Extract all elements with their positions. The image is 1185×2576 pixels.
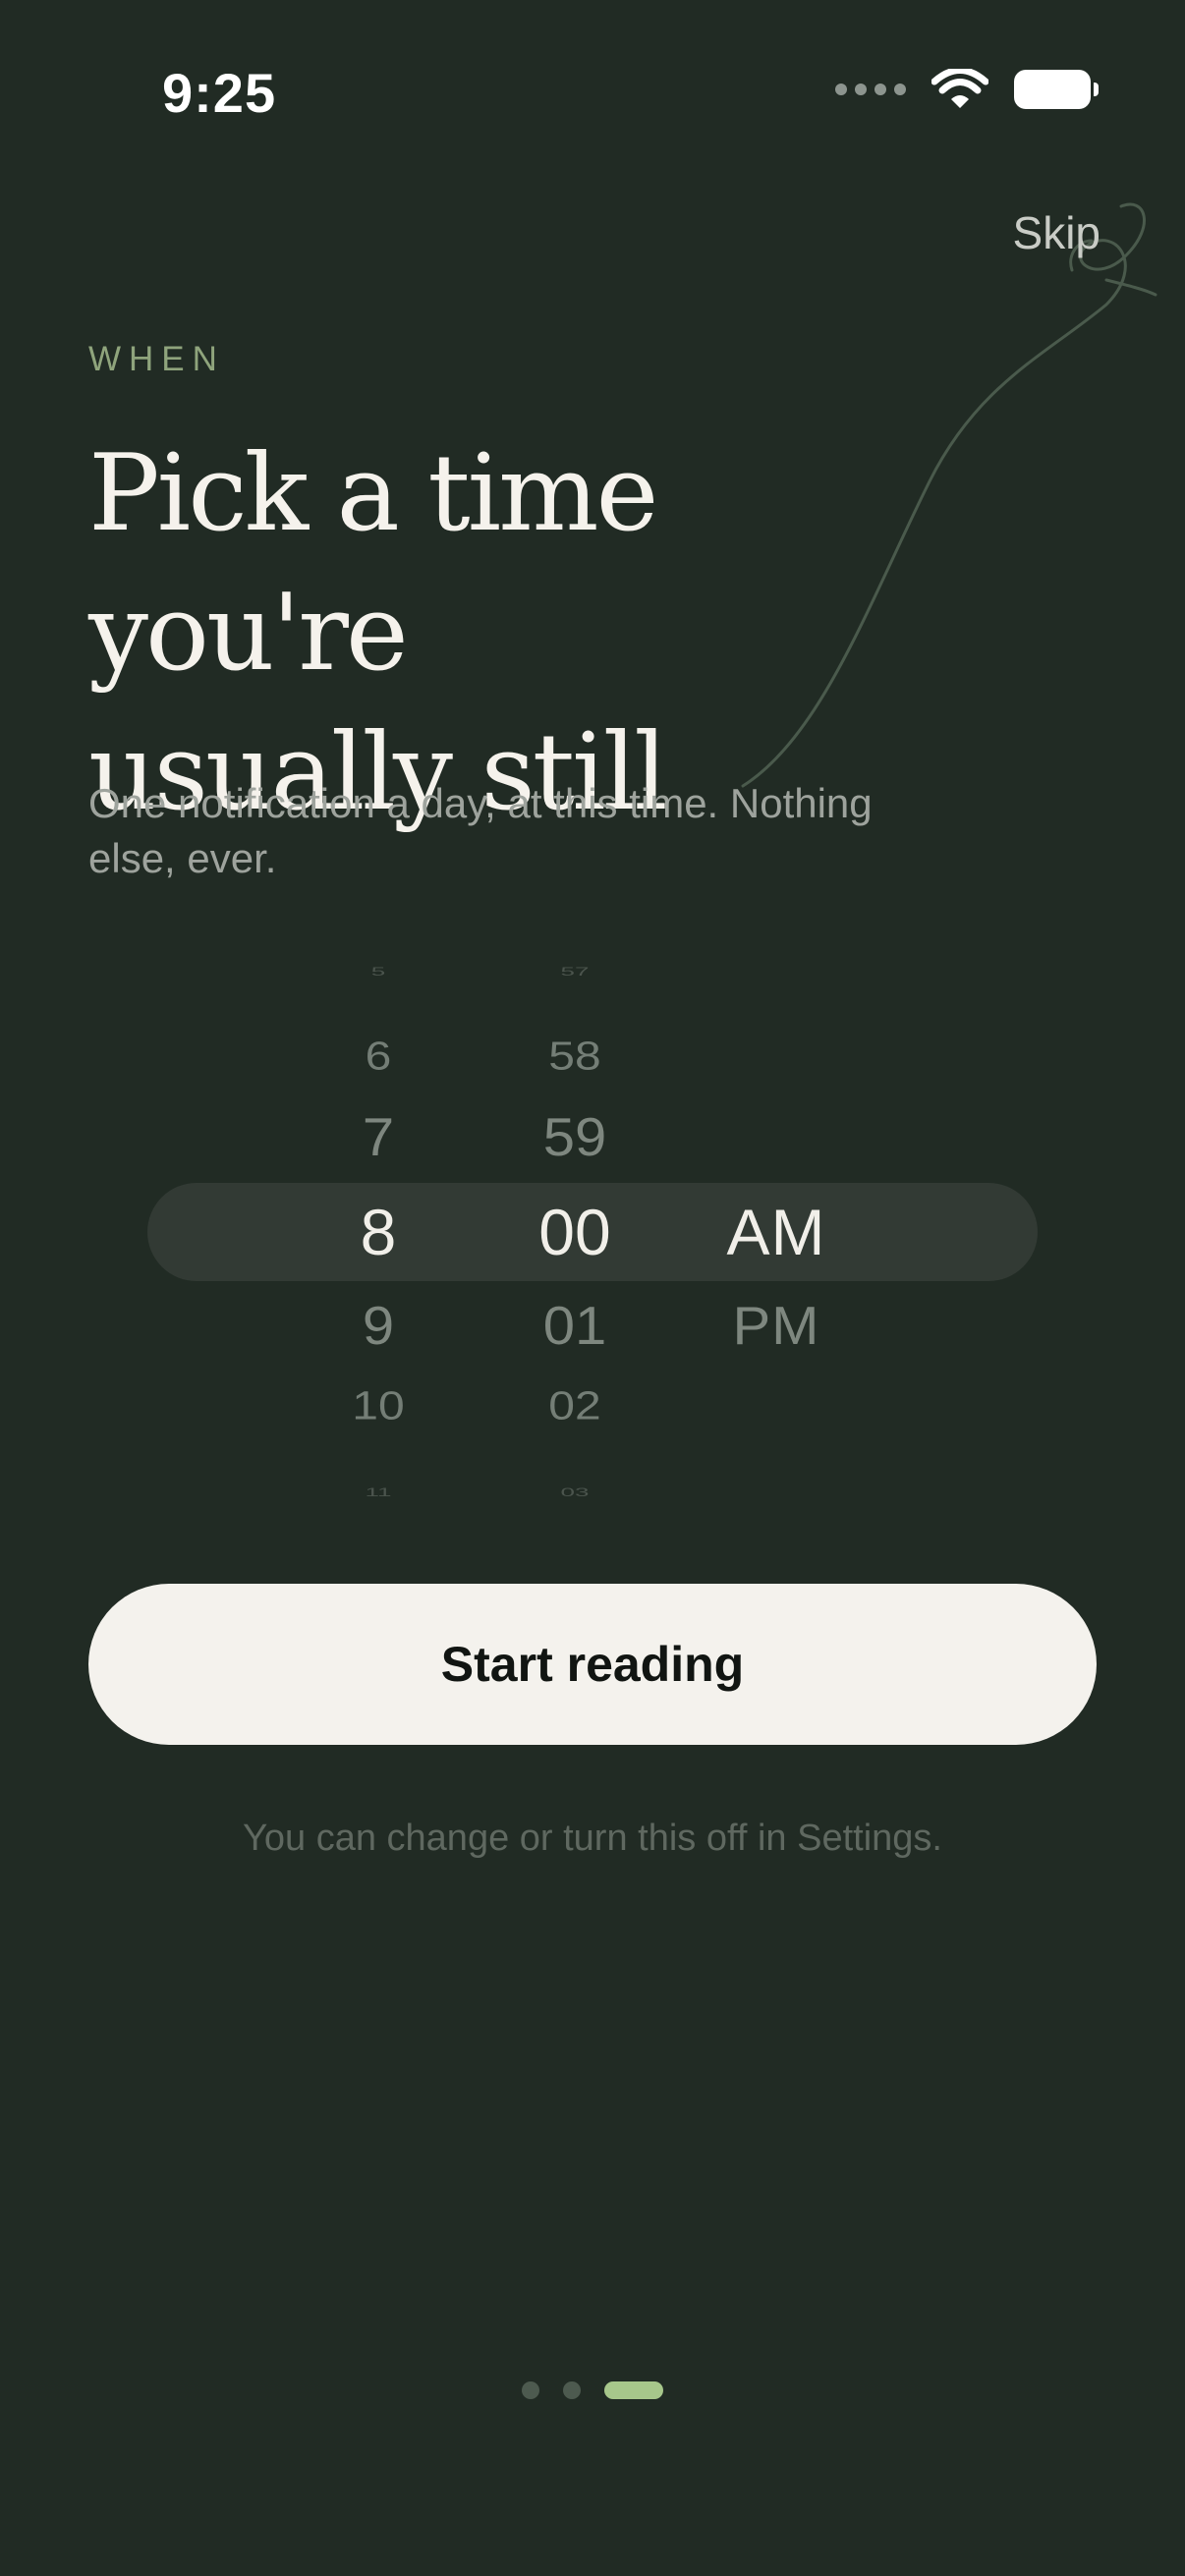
- minute-option[interactable]: 57: [501, 966, 649, 978]
- minute-wheel[interactable]: 57 58 59 00 01 02 03: [501, 966, 649, 1498]
- minute-option[interactable]: 03: [501, 1486, 649, 1498]
- hour-selected[interactable]: 8: [314, 1200, 442, 1264]
- page-indicator: [0, 2381, 1185, 2399]
- minute-option[interactable]: 58: [501, 1036, 649, 1078]
- minute-option[interactable]: 02: [501, 1386, 649, 1428]
- hour-option[interactable]: 5: [314, 966, 442, 978]
- hour-option[interactable]: 9: [314, 1299, 442, 1353]
- battery-icon: [1014, 70, 1099, 109]
- hour-option[interactable]: 7: [314, 1110, 442, 1164]
- signal-dots-icon: [835, 84, 906, 95]
- minute-option[interactable]: 01: [501, 1299, 649, 1353]
- page-dot: [563, 2381, 581, 2399]
- onboarding-screen: 9:25 Skip WHEN Pick a time you're usuall…: [0, 0, 1185, 2576]
- start-reading-button[interactable]: Start reading: [88, 1584, 1097, 1745]
- page-dot-active: [604, 2381, 663, 2399]
- status-icons: [835, 69, 1099, 110]
- title-line-1: Pick a time you're: [88, 432, 658, 695]
- time-picker[interactable]: 5 6 7 8 9 10 11 57 58 59 00 01 02 03 AM PM: [147, 966, 1038, 1498]
- skip-button[interactable]: Skip: [1013, 206, 1100, 259]
- period-selected[interactable]: AM: [688, 1200, 865, 1264]
- hour-option[interactable]: 6: [314, 1036, 442, 1078]
- page-dot: [522, 2381, 539, 2399]
- period-wheel[interactable]: AM PM: [688, 973, 865, 1493]
- status-time: 9:25: [162, 62, 277, 124]
- subtitle-line-1: One notification a day, at this time. No…: [88, 780, 873, 826]
- settings-footnote: You can change or turn this off in Setti…: [243, 1818, 942, 1859]
- page-subtitle: One notification a day, at this time. No…: [88, 776, 973, 886]
- hour-option[interactable]: 10: [314, 1386, 442, 1428]
- hour-wheel[interactable]: 5 6 7 8 9 10 11: [314, 966, 442, 1498]
- minute-selected[interactable]: 00: [501, 1200, 649, 1264]
- minute-option[interactable]: 59: [501, 1110, 649, 1164]
- subtitle-line-2: else, ever.: [88, 835, 277, 881]
- period-option[interactable]: PM: [688, 1299, 865, 1353]
- wifi-icon: [931, 69, 988, 108]
- hour-option[interactable]: 11: [314, 1486, 442, 1498]
- section-eyebrow: WHEN: [88, 340, 225, 378]
